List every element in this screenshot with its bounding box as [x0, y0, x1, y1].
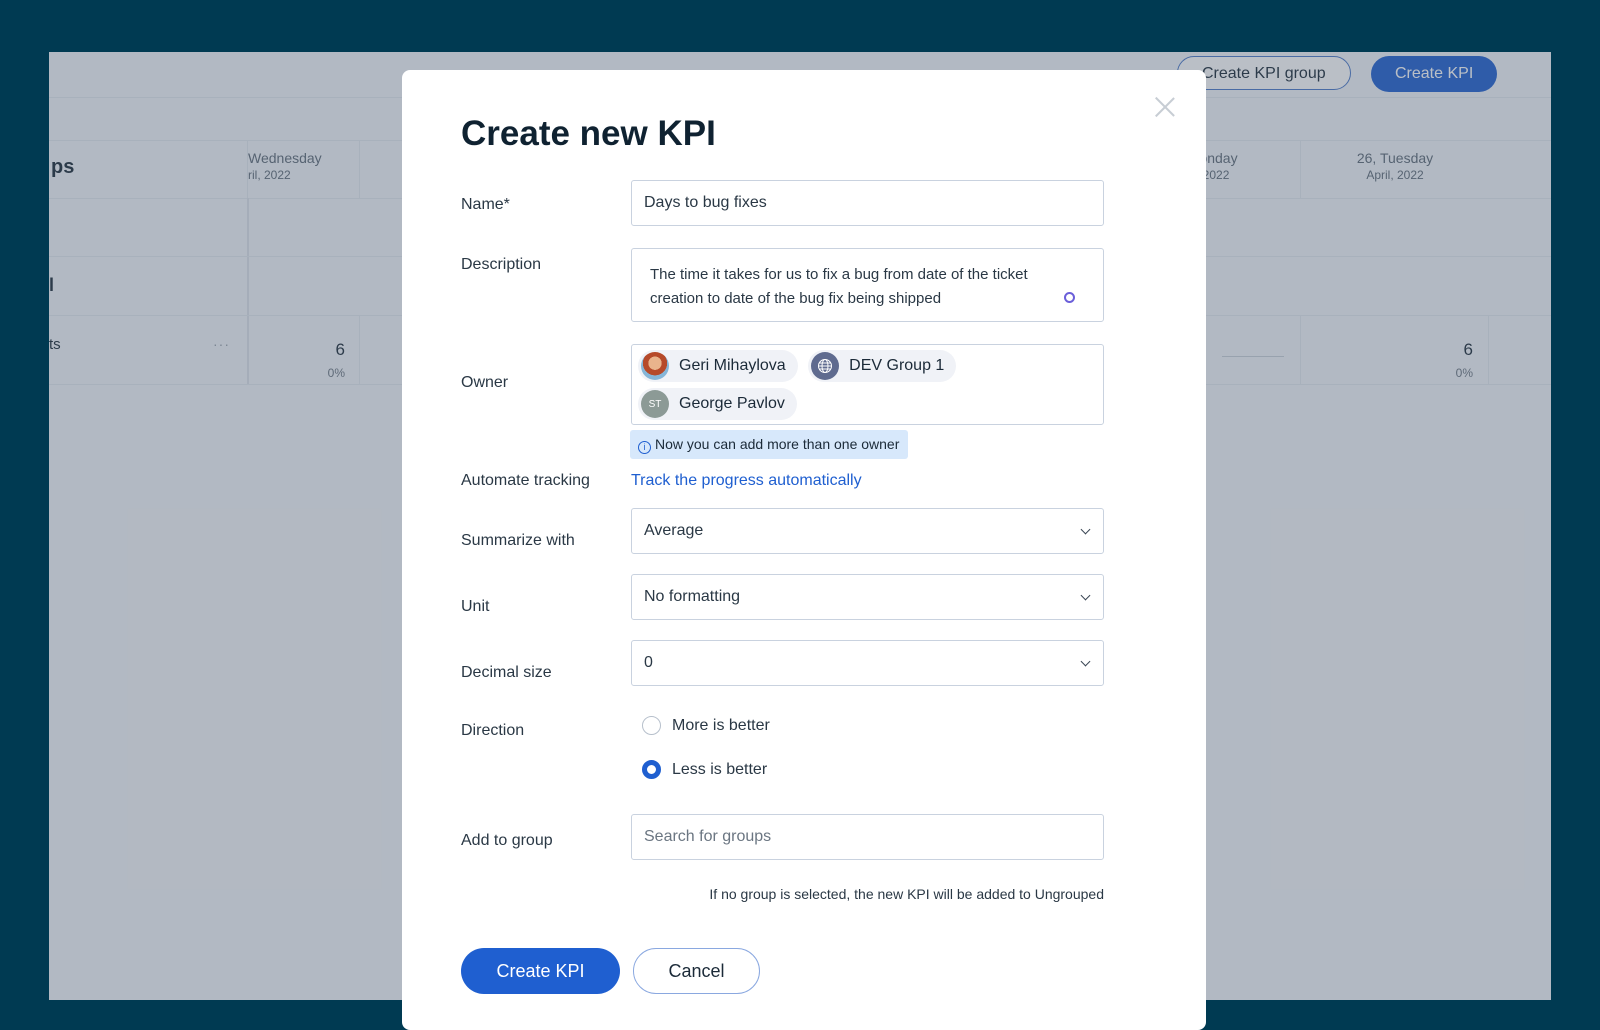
chevron-down-icon [1080, 656, 1091, 667]
summarize-with-select[interactable]: Average [631, 508, 1104, 554]
chevron-down-icon [1080, 524, 1091, 535]
description-textarea[interactable]: The time it takes for us to fix a bug fr… [631, 248, 1104, 322]
globe-icon [811, 352, 840, 380]
owner-chip[interactable]: ST George Pavlov [638, 388, 797, 420]
unit-select[interactable]: No formatting [631, 574, 1104, 620]
summarize-with-label: Summarize with [461, 532, 575, 549]
owner-label: Owner [461, 374, 509, 391]
owner-name: DEV Group 1 [849, 357, 945, 374]
owner-hint-banner: i Now you can add more than one owner [630, 430, 909, 459]
cancel-button[interactable]: Cancel [633, 948, 760, 994]
create-kpi-submit-button[interactable]: Create KPI [461, 948, 620, 994]
radio-more-is-better[interactable]: More is better [642, 716, 770, 735]
radio-button[interactable] [642, 716, 661, 735]
track-progress-link[interactable]: Track the progress automatically [631, 472, 862, 490]
unit-value: No formatting [644, 588, 741, 605]
owner-name: George Pavlov [679, 395, 785, 412]
owner-chip[interactable]: DEV Group 1 [808, 350, 957, 382]
name-label: Name* [461, 196, 510, 213]
owner-chip[interactable]: Geri Mihaylova [638, 350, 798, 382]
close-icon[interactable] [1154, 96, 1176, 118]
name-input[interactable]: Days to bug fixes [631, 180, 1104, 226]
decimal-size-value: 0 [644, 654, 653, 671]
user-avatar-initials: ST [641, 390, 669, 418]
add-to-group-label: Add to group [461, 832, 553, 849]
radio-label: More is better [672, 716, 770, 734]
owner-hint-text: Now you can add more than one owner [655, 436, 900, 452]
group-note: If no group is selected, the new KPI wil… [709, 886, 1104, 902]
create-kpi-modal: Create new KPI Name* Days to bug fixes D… [402, 70, 1206, 1030]
decimal-size-label: Decimal size [461, 664, 552, 681]
direction-label: Direction [461, 722, 525, 739]
user-avatar [641, 352, 669, 380]
radio-button-selected[interactable] [642, 760, 661, 779]
automate-tracking-label: Automate tracking [461, 472, 590, 489]
unit-label: Unit [461, 598, 490, 615]
radio-less-is-better[interactable]: Less is better [642, 760, 767, 779]
modal-title: Create new KPI [461, 114, 716, 153]
owner-multiselect[interactable]: Geri Mihaylova DEV Group 1 ST George Pav… [631, 344, 1104, 425]
radio-label: Less is better [672, 760, 768, 778]
grammar-assist-icon[interactable] [1064, 292, 1075, 303]
decimal-size-select[interactable]: 0 [631, 640, 1104, 686]
description-label: Description [461, 256, 542, 273]
info-icon: i [638, 441, 651, 454]
summarize-with-value: Average [644, 522, 704, 539]
owner-name: Geri Mihaylova [679, 357, 786, 374]
group-search-input[interactable] [631, 814, 1104, 860]
description-text: The time it takes for us to fix a bug fr… [650, 266, 1028, 307]
chevron-down-icon [1080, 590, 1091, 601]
